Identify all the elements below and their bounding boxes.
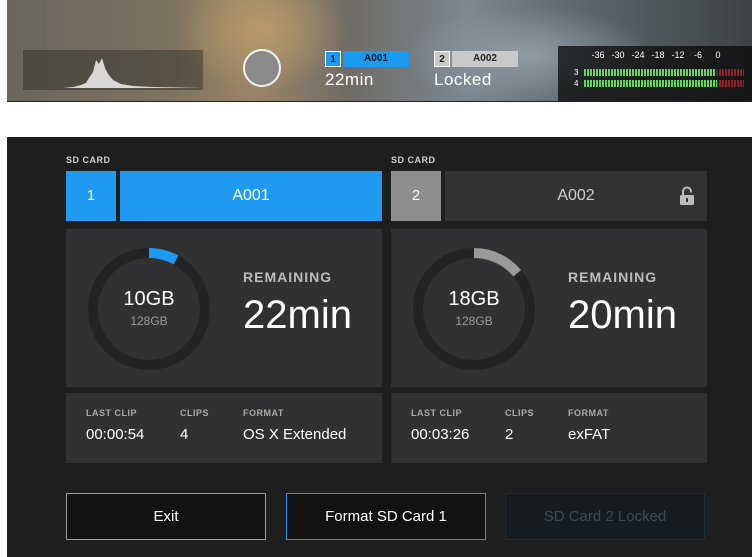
sd-card-2-used: 18GB: [448, 288, 500, 310]
meter-bar: [584, 79, 744, 87]
last-clip-value: 00:03:26: [411, 426, 470, 443]
sd-card-1-remaining: 22min: [243, 293, 352, 337]
slot1-indicator[interactable]: 1 A001: [325, 51, 409, 67]
exit-button[interactable]: Exit: [66, 493, 266, 540]
sd-card-2-clip-name: A002: [557, 187, 595, 204]
sd-card-2-clip-name-container: A002: [445, 171, 707, 221]
sd-card-1-clip-name: A001: [120, 171, 382, 221]
slot1-clip-name: A001: [343, 51, 409, 67]
sd-card-2-storage: 18GB 128GB REMAINING 20min: [391, 229, 707, 387]
channel-label: 3: [574, 67, 579, 77]
meter-channel: 3: [574, 67, 744, 77]
clips-label: CLIPS: [180, 408, 210, 418]
sd-card-1-usage-text: 10GB 128GB: [86, 246, 212, 372]
meter-tick: -36: [591, 50, 605, 60]
slot2-indicator[interactable]: 2 A002: [434, 51, 518, 67]
record-button[interactable]: [243, 49, 281, 87]
sd-card-2-capacity: 128GB: [455, 314, 493, 328]
slot2-status: Locked: [434, 70, 492, 89]
meter-tick: -24: [631, 50, 645, 60]
last-clip-label: LAST CLIP: [411, 408, 462, 418]
slot2-number: 2: [434, 51, 450, 67]
sd-card-1-used: 10GB: [123, 288, 175, 310]
slot1-number: 1: [325, 51, 341, 67]
meter-scale: -36 -30 -24 -18 -12 -6 0: [588, 50, 728, 60]
meter-tick: -6: [693, 50, 702, 60]
sd-card-2-locked-button: SD Card 2 Locked: [505, 493, 705, 540]
audio-meter-icon[interactable]: -36 -30 -24 -18 -12 -6 0 3 4: [558, 46, 752, 101]
sd-card-1-remaining-label: REMAINING: [243, 269, 333, 285]
format-sd-card-1-button[interactable]: Format SD Card 1: [286, 493, 486, 540]
meter-tick: 0: [715, 50, 721, 60]
last-clip-value: 00:00:54: [86, 426, 145, 443]
last-clip-label: LAST CLIP: [86, 408, 137, 418]
format-label: FORMAT: [243, 408, 284, 418]
format-value: OS X Extended: [243, 426, 347, 443]
sd-card-1-info: LAST CLIP 00:00:54 CLIPS 4 FORMAT OS X E…: [66, 393, 382, 463]
camera-status-strip: 1 A001 22min 2 A002 Locked -36 -30 -24 -…: [7, 0, 752, 102]
sd-card-2-info: LAST CLIP 00:03:26 CLIPS 2 FORMAT exFAT: [391, 393, 707, 463]
meter-tick: -12: [671, 50, 685, 60]
sd-card-2-slot-number: 2: [391, 171, 441, 221]
format-label: FORMAT: [568, 408, 609, 418]
sd-card-1-capacity: 128GB: [130, 314, 168, 328]
format-value: exFAT: [568, 426, 611, 443]
meter-level: [584, 79, 717, 87]
sd-card-2-header[interactable]: 2 A002: [391, 171, 707, 221]
meter-bar: [584, 68, 744, 76]
clips-value: 4: [180, 426, 189, 443]
slot2-clip-name: A002: [452, 51, 518, 67]
histogram-icon: [23, 50, 203, 90]
slot1-status: 22min: [325, 70, 374, 89]
meter-tick: -30: [611, 50, 625, 60]
sd-card-1-slot-number: 1: [66, 171, 116, 221]
sd-card-2-remaining-label: REMAINING: [568, 269, 658, 285]
meter-channel: 4: [574, 78, 744, 88]
meter-level: [584, 68, 716, 76]
padlock-icon: [680, 186, 694, 205]
clips-value: 2: [505, 426, 514, 443]
sd-card-2-section-label: SD CARD: [391, 155, 436, 165]
meter-tick: -18: [651, 50, 665, 60]
sd-card-2-usage-text: 18GB 128GB: [411, 246, 537, 372]
channel-label: 4: [574, 78, 579, 88]
sd-card-2-remaining: 20min: [568, 293, 677, 337]
sd-card-1-section-label: SD CARD: [66, 155, 111, 165]
sd-card-1-header[interactable]: 1 A001: [66, 171, 382, 221]
sd-card-1-storage: 10GB 128GB REMAINING 22min: [66, 229, 382, 387]
media-panel: SD CARD 1 A001 10GB 128GB REMAINING 22mi…: [7, 137, 752, 557]
clips-label: CLIPS: [505, 408, 535, 418]
